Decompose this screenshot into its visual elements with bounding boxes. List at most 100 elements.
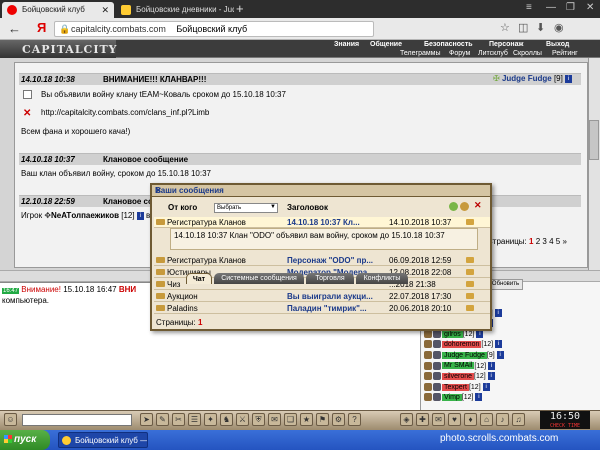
message-author[interactable]: ✠ Judge Fudge [9] i (493, 74, 573, 83)
scroll-icon[interactable]: ✉ (268, 413, 281, 426)
info-icon[interactable]: i (475, 393, 483, 402)
downloads-icon[interactable]: ⬇ (536, 21, 545, 34)
lock-icon[interactable]: ⌂ (480, 413, 493, 426)
user-name-link[interactable]: silverone (442, 373, 475, 381)
nav-rating[interactable]: Рейтинг (552, 50, 578, 57)
help-icon[interactable]: ? (348, 413, 361, 426)
maximize-icon[interactable]: ❐ (566, 2, 575, 13)
envelope-icon[interactable] (466, 305, 474, 311)
heart-icon[interactable]: ♥ (448, 413, 461, 426)
mark-icon[interactable] (460, 202, 469, 211)
envelope-icon[interactable] (466, 293, 474, 299)
nav-scrolls[interactable]: Скроллы (513, 50, 542, 57)
user-list-item[interactable]: Vimp [12] i (424, 393, 483, 402)
yandex-icon[interactable]: Я (37, 20, 46, 35)
clan-info-link[interactable]: http://capitalcity.combats.com/clans_inf… (41, 108, 209, 117)
user-name-link[interactable]: dohoremon (442, 341, 482, 349)
message-subject-link[interactable]: Паладин "тимрик"... (287, 304, 367, 313)
send-icon[interactable]: ➤ (140, 413, 153, 426)
sound-icon[interactable]: ♫ (512, 413, 525, 426)
page-link[interactable]: 1 (529, 237, 533, 246)
close-icon[interactable]: ✕ (155, 186, 488, 195)
extension-icon[interactable]: ◫ (518, 21, 528, 34)
scrollbar-thumb[interactable] (589, 120, 599, 160)
filter-icon[interactable]: ✂ (172, 413, 185, 426)
info-icon[interactable]: i (482, 382, 490, 391)
info-icon[interactable]: i (136, 211, 144, 220)
info-icon[interactable]: i (488, 361, 496, 370)
nav-litclub[interactable]: Литсклуб (478, 50, 508, 57)
minimize-icon[interactable]: — (546, 2, 556, 13)
new-tab-plus-icon[interactable]: + (236, 1, 244, 16)
user-list-item[interactable]: Mr SMAil [12] i (424, 361, 496, 371)
back-arrow-icon[interactable]: ← (8, 21, 21, 36)
list-icon[interactable]: ☰ (188, 413, 201, 426)
tab-fight-diaries[interactable]: Бойцовские дневники - Jud (116, 2, 234, 18)
chat-input[interactable] (22, 414, 132, 426)
nav-character[interactable]: Персонаж (489, 41, 523, 48)
tab-trade[interactable]: Торговля (306, 273, 354, 284)
user-name-link[interactable]: Judge Fudge (442, 351, 487, 359)
book-icon[interactable]: ❑ (284, 413, 297, 426)
read-all-icon[interactable] (449, 202, 458, 211)
page-link[interactable]: 1 (198, 318, 202, 327)
message-subject-link[interactable]: Вы выиграли аукци... (287, 292, 373, 301)
sender-filter-select[interactable]: Выбрать ▼ (214, 203, 278, 213)
dialog-titlebar[interactable]: Ваши сообщения ✕ (152, 185, 490, 197)
envelope-icon[interactable] (466, 219, 474, 225)
user-list-item[interactable]: gilros [12] i (424, 329, 484, 339)
people-icon[interactable]: ♞ (220, 413, 233, 426)
user-name-link[interactable]: Mr SMAil (442, 362, 475, 370)
profile-icon[interactable]: ◉ (554, 21, 564, 34)
next-page-link[interactable]: » (562, 237, 566, 246)
nav-security[interactable]: Безопасность (424, 41, 473, 48)
info-icon[interactable]: i (494, 308, 502, 317)
start-button[interactable]: пуск (0, 430, 50, 450)
url-field[interactable]: 🔒 capitalcity.combats.com Бойцовский клу… (54, 21, 374, 37)
nav-telegrams[interactable]: Телеграммы (400, 50, 441, 57)
close-window-icon[interactable]: ✕ (586, 2, 594, 13)
refresh-button[interactable]: Обновить (488, 279, 523, 290)
sword-icon[interactable]: ⚔ (236, 413, 249, 426)
close-icon[interactable]: ✕ (101, 5, 109, 16)
star-icon[interactable]: ★ (300, 413, 313, 426)
user-list-item[interactable]: dohoremon [12] i (424, 340, 503, 349)
info-icon[interactable]: i (565, 74, 573, 83)
vertical-scrollbar[interactable] (588, 58, 600, 270)
user-name-link[interactable]: gilros (442, 330, 463, 338)
tab-fight-club[interactable]: Бойцовский клуб ✕ (2, 2, 114, 18)
user-name-link[interactable]: Texpert (442, 383, 469, 391)
music-icon[interactable]: ♪ (496, 413, 509, 426)
nav-exit[interactable]: Выход (546, 41, 569, 48)
flag-icon[interactable]: ⚑ (316, 413, 329, 426)
capitalcity-logo[interactable]: CAPITALCITY (0, 40, 117, 58)
info-icon[interactable]: i (495, 340, 503, 349)
bookmark-icon[interactable]: ☆ (500, 21, 510, 34)
message-row[interactable]: Paladins Паладин "тимрик"... 20.06.2018 20… (154, 303, 490, 314)
nav-communication[interactable]: Общение (370, 41, 402, 48)
user-list-item[interactable]: Judge Fudge [9] i (424, 351, 504, 360)
delete-icon[interactable]: ✕ (23, 108, 31, 119)
envelope-icon[interactable] (466, 269, 474, 275)
message-row[interactable]: Аукцион Вы выиграли аукци... 22.07.2018 17… (154, 291, 490, 302)
nav-knowledge[interactable]: Знания (334, 41, 359, 48)
page-link[interactable]: 5 (556, 237, 560, 246)
message-subject-link[interactable]: 14.10.18 10:37 Кл... (287, 218, 360, 227)
taskbar-browser-item[interactable]: Бойцовский клуб — (58, 432, 148, 448)
info-icon[interactable]: i (487, 372, 495, 381)
user-list-item[interactable]: Texpert [12] i (424, 382, 490, 392)
gift-icon[interactable]: ✚ (416, 413, 429, 426)
page-link[interactable]: 3 (542, 237, 546, 246)
envelope-icon[interactable] (466, 257, 474, 263)
shield-icon[interactable]: ⛨ (252, 413, 265, 426)
user-name-link[interactable]: Vimp (442, 394, 462, 402)
player-link[interactable]: NeATолпаежиков (51, 211, 119, 220)
message-row[interactable]: Регистратура Кланов 14.10.18 10:37 Кл... 1… (154, 217, 490, 228)
page-link[interactable]: 4 (549, 237, 553, 246)
info-icon[interactable]: i (496, 351, 504, 359)
menu-icon[interactable]: ≡ (526, 2, 532, 13)
clear-icon[interactable]: ✎ (156, 413, 169, 426)
settings-icon[interactable]: ⚙ (332, 413, 345, 426)
tab-conflicts[interactable]: Конфликты (356, 273, 408, 284)
bag-icon[interactable]: ◈ (400, 413, 413, 426)
